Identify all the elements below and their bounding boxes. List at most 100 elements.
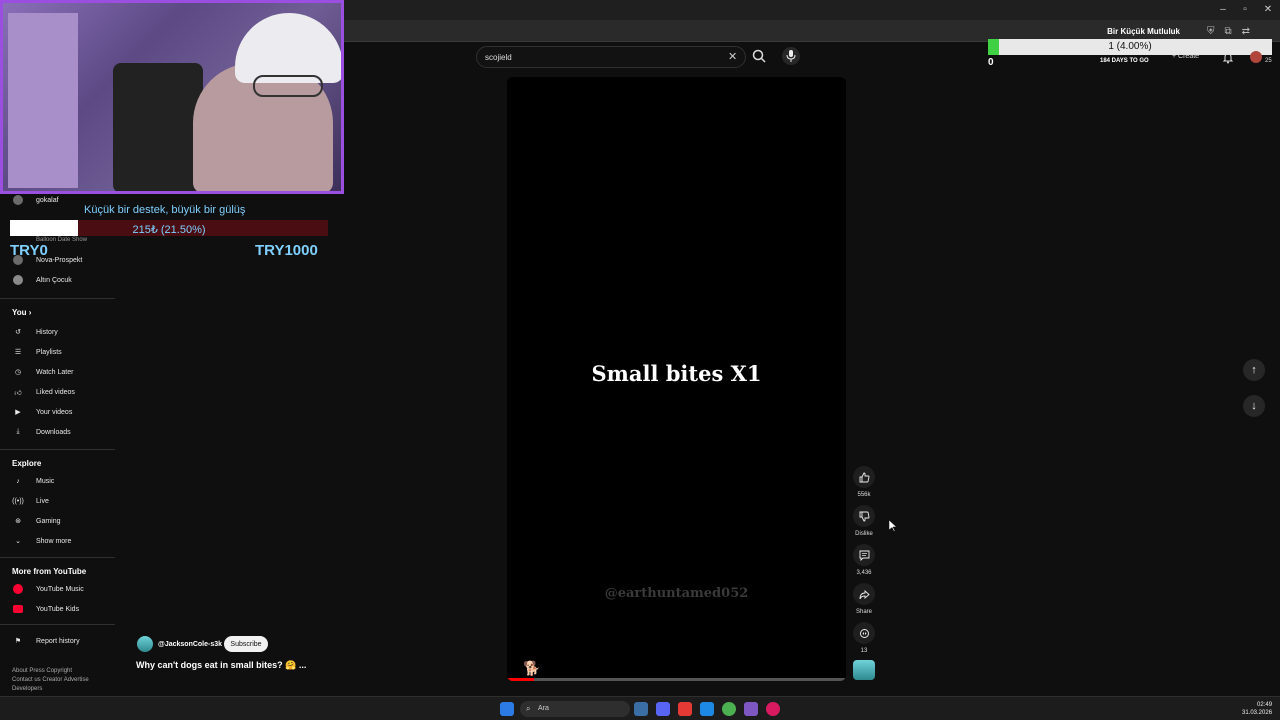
like-button[interactable] bbox=[853, 466, 875, 488]
sidebar-item-label: History bbox=[36, 328, 58, 336]
create-button[interactable]: + Create bbox=[1172, 53, 1199, 60]
sidebar-item-label: Balloon Date Show bbox=[36, 237, 88, 243]
remix-button[interactable] bbox=[853, 622, 875, 644]
sidebar-subscription-balloon[interactable]: Balloon Date Show bbox=[0, 230, 115, 250]
sidebar-item-music[interactable]: ♪ Music bbox=[0, 471, 115, 491]
clock-icon: ◷ bbox=[14, 369, 22, 376]
footer-link-copyright[interactable]: Copyright bbox=[46, 668, 72, 674]
create-label: Create bbox=[1178, 53, 1200, 60]
stream-goal-days-left: 184 DAYS TO GO bbox=[1100, 58, 1149, 64]
webcam-overlay bbox=[0, 0, 344, 194]
dislike-button[interactable] bbox=[853, 505, 875, 527]
channel-avatar[interactable] bbox=[137, 636, 153, 652]
system-clock[interactable]: 02:49 31.03.2026 bbox=[1242, 701, 1272, 717]
obs-icon[interactable] bbox=[766, 702, 780, 716]
short-caption[interactable]: Why can't dogs eat in small bites? 🤗 ... bbox=[136, 660, 306, 671]
vscode-icon[interactable] bbox=[700, 702, 714, 716]
footer-link-creator[interactable]: Creator bbox=[42, 677, 62, 683]
app-icon[interactable] bbox=[678, 702, 692, 716]
footer-link-contact[interactable]: Contact us bbox=[12, 677, 41, 683]
channel-thumbnail[interactable] bbox=[853, 660, 875, 680]
chevron-down-icon: ⌄ bbox=[15, 538, 21, 545]
video-progress-bar[interactable] bbox=[507, 678, 846, 681]
subscribe-button[interactable]: Subscribe bbox=[224, 636, 268, 652]
minimize-button[interactable]: – bbox=[1216, 4, 1230, 15]
sidebar-item-label: Music bbox=[36, 477, 55, 485]
previous-short-button[interactable]: ↑ bbox=[1243, 359, 1265, 381]
sidebar-item-your-videos[interactable]: ▶ Your videos bbox=[0, 402, 115, 422]
footer-link-developers[interactable]: Developers bbox=[12, 686, 42, 692]
sidebar-explore-heading: Explore bbox=[12, 459, 42, 468]
extension-puzzle-icon[interactable]: ⧉ bbox=[1224, 26, 1231, 37]
footer-link-press[interactable]: Press bbox=[29, 668, 44, 674]
extension-shield-icon[interactable]: ⛨ bbox=[1207, 26, 1215, 37]
progress-thumb-icon[interactable]: 🐕 bbox=[523, 660, 540, 677]
sidebar-item-label: Gaming bbox=[36, 517, 61, 525]
sidebar-item-playlists[interactable]: ☰ Playlists bbox=[0, 342, 115, 362]
sidebar-item-label: Your videos bbox=[36, 408, 73, 416]
voice-search-button[interactable] bbox=[782, 47, 800, 65]
search-input[interactable]: scojield bbox=[476, 46, 746, 68]
discord-icon[interactable] bbox=[656, 702, 670, 716]
sidebar-item-youtube-music[interactable]: YouTube Music bbox=[0, 579, 115, 599]
sidebar-item-gaming[interactable]: ⊛ Gaming bbox=[0, 511, 115, 531]
sidebar-item-report-history[interactable]: ⚑ Report history bbox=[0, 631, 115, 651]
share-button[interactable] bbox=[853, 583, 875, 605]
sidebar-item-history[interactable]: ↺ History bbox=[0, 322, 115, 342]
start-menu-icon[interactable] bbox=[500, 702, 514, 716]
arrow-down-icon: ↓ bbox=[1251, 400, 1257, 412]
maximize-button[interactable]: ▫ bbox=[1238, 4, 1252, 15]
search-icon[interactable] bbox=[751, 48, 767, 64]
channel-name[interactable]: @JacksonCole-s3k bbox=[158, 641, 222, 648]
sidebar-you-heading[interactable]: You › bbox=[12, 308, 31, 317]
sidebar-item-label: Report history bbox=[36, 637, 80, 645]
sidebar-item-label: Liked videos bbox=[36, 388, 75, 396]
sidebar-item-liked-videos[interactable]: 👍︎ Liked videos bbox=[0, 382, 115, 402]
comments-button[interactable] bbox=[853, 544, 875, 566]
bell-icon[interactable] bbox=[1222, 52, 1234, 64]
stream-goal-progress-text: 1 (4.00%) bbox=[1108, 41, 1152, 52]
steam-icon[interactable] bbox=[634, 702, 648, 716]
thumbs-down-icon bbox=[859, 511, 869, 521]
share-label: Share bbox=[855, 609, 872, 615]
sidebar-item-show-more[interactable]: ⌄ Show more bbox=[0, 531, 115, 551]
extension-icons[interactable]: ⛨ ⧉ ⇄ bbox=[1207, 26, 1250, 37]
comment-count: 3,436 bbox=[856, 570, 872, 576]
donation-goal-max: TRY1000 bbox=[255, 242, 318, 259]
microphone-icon bbox=[786, 50, 796, 62]
sidebar-subscription-nova[interactable]: Nova-Prospekt bbox=[0, 250, 115, 270]
shorts-video-player[interactable]: Small bites X1 @earthuntamed052 🐕 bbox=[507, 77, 846, 681]
remix-icon bbox=[859, 628, 869, 638]
sidebar-item-youtube-kids[interactable]: YouTube Kids bbox=[0, 599, 115, 619]
webcam-cap bbox=[235, 13, 341, 83]
thumbs-up-icon: 👍︎ bbox=[14, 389, 22, 397]
short-video-watermark: @earthuntamed052 bbox=[604, 586, 749, 601]
sidebar-item-watch-later[interactable]: ◷ Watch Later bbox=[0, 362, 115, 382]
webcam-glasses bbox=[253, 75, 323, 97]
sidebar-divider bbox=[0, 557, 115, 558]
short-video-title-text: Small bites X1 bbox=[591, 361, 762, 386]
taskbar-search[interactable]: ⌕ Ara bbox=[520, 701, 630, 717]
close-window-button[interactable]: ✕ bbox=[1261, 4, 1275, 15]
sidebar-subscription-altin[interactable]: Altın Çocuk bbox=[0, 270, 115, 290]
chrome-icon[interactable] bbox=[722, 702, 736, 716]
footer-link-about[interactable]: About bbox=[12, 668, 28, 674]
account-avatar[interactable] bbox=[1250, 51, 1262, 63]
webcam-chair bbox=[113, 63, 203, 191]
next-short-button[interactable]: ↓ bbox=[1243, 395, 1265, 417]
sidebar-item-downloads[interactable]: ⤓ Downloads bbox=[0, 422, 115, 442]
download-icon: ⤓ bbox=[16, 428, 20, 435]
flag-icon: ⚑ bbox=[14, 638, 22, 645]
comment-icon bbox=[859, 550, 869, 561]
sidebar-more-heading: More from YouTube bbox=[12, 567, 87, 576]
extension-link-icon[interactable]: ⇄ bbox=[1242, 26, 1250, 37]
music-note-icon: ♪ bbox=[16, 477, 20, 485]
sidebar-subscription-gokalaf[interactable]: gokalaf bbox=[0, 190, 115, 210]
share-icon bbox=[859, 589, 870, 599]
clear-search-icon[interactable]: ✕ bbox=[728, 50, 737, 63]
sidebar-item-live[interactable]: ((•)) Live bbox=[0, 491, 115, 511]
channel-avatar bbox=[13, 275, 23, 285]
app-icon[interactable] bbox=[744, 702, 758, 716]
notification-count: 25 bbox=[1265, 58, 1272, 64]
footer-link-advertise[interactable]: Advertise bbox=[64, 677, 89, 683]
